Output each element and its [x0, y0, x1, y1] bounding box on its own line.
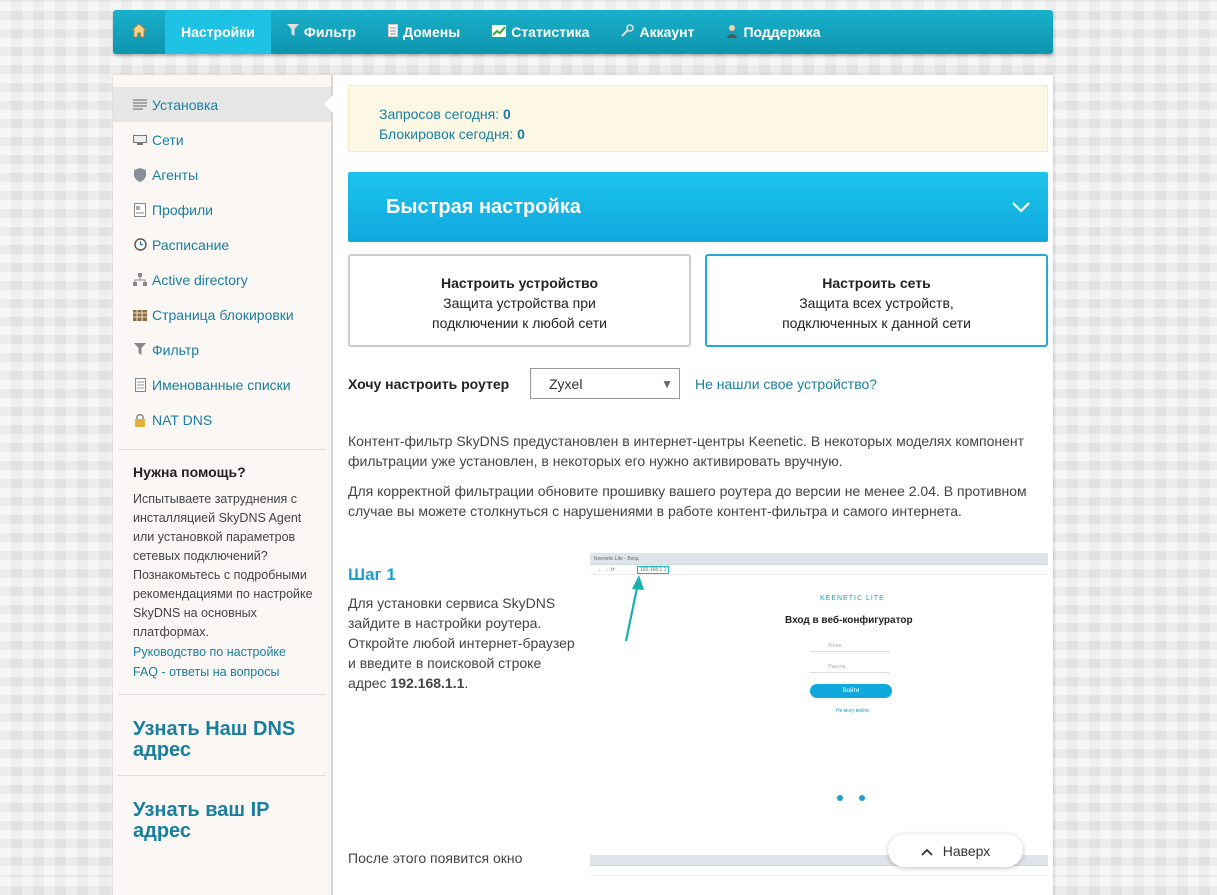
router-selector-row: Хочу настроить роутер Zyxel ▼ Не нашли с…	[348, 368, 1048, 399]
person-icon	[726, 24, 738, 41]
clock-icon	[133, 238, 147, 252]
nav-domains[interactable]: Домены	[372, 10, 476, 54]
step-1: Шаг 1 Для установки сервиса SkyDNS зайди…	[348, 553, 1048, 853]
sidebar: Установка Сети Агенты Профили Расписание	[113, 75, 333, 895]
faq-link[interactable]: FAQ - ответы на вопросы	[133, 662, 321, 682]
chart-icon	[492, 24, 507, 40]
block-page-icon	[133, 308, 147, 322]
wrench-icon	[621, 24, 635, 40]
filter-icon	[286, 24, 299, 40]
arrow-pointer-icon	[624, 575, 644, 642]
main-content: Запросов сегодня: 0 Блокировок сегодня: …	[348, 85, 1048, 853]
requests-today: Запросов сегодня: 0	[379, 106, 511, 122]
home-icon	[130, 23, 148, 41]
sidebar-item-profiles[interactable]: Профили	[113, 192, 331, 227]
list-icon	[133, 98, 147, 112]
step-title: Шаг 1	[348, 565, 396, 584]
keenetic-brand: KEENETIC LITE	[820, 595, 885, 602]
paragraph: Контент-фильтр SkyDNS предустановлен в и…	[348, 433, 1025, 469]
sidebar-item-nat-dns[interactable]: NAT DNS	[113, 402, 331, 437]
router-select[interactable]: Zyxel ▼	[530, 368, 680, 399]
lock-icon	[133, 413, 147, 427]
device-not-found-link[interactable]: Не нашли свое устройство?	[695, 376, 877, 392]
forgot-link: Не могу войти	[836, 708, 869, 714]
sidebar-item-active-directory[interactable]: Active directory	[113, 262, 331, 297]
document-icon	[388, 24, 399, 40]
login-field: Логин	[810, 640, 890, 652]
sidebar-item-named-lists[interactable]: Именованные списки	[113, 367, 331, 402]
top-navigation: Настройки Фильтр Домены Статистика Аккау…	[113, 10, 1053, 54]
profile-icon	[133, 202, 147, 217]
content-container: Установка Сети Агенты Профили Расписание	[113, 75, 1053, 895]
paragraph: Для корректной фильтрации обновите проши…	[348, 483, 1027, 519]
filter-icon	[133, 343, 147, 357]
quick-setup-header[interactable]: Быстрая настройка	[348, 172, 1048, 242]
help-box: Нужна помощь? Испытываете затруднения с …	[113, 450, 331, 682]
nav-filter[interactable]: Фильтр	[271, 10, 372, 54]
directory-icon	[133, 272, 147, 287]
nav-account[interactable]: Аккаунт	[605, 10, 710, 54]
sidebar-item-install[interactable]: Установка	[113, 87, 333, 122]
dropdown-arrow-icon: ▼	[661, 376, 673, 391]
help-text: Испытываете затруднения с инсталляцией S…	[133, 492, 313, 639]
nav-support[interactable]: Поддержка	[710, 10, 836, 54]
sidebar-item-filter[interactable]: Фильтр	[113, 332, 331, 367]
list-doc-icon	[133, 377, 147, 392]
chevron-down-icon	[1012, 196, 1030, 219]
step-description: Для установки сервиса SkyDNS зайдите в н…	[348, 595, 575, 691]
chevron-up-icon	[921, 843, 933, 859]
setup-guide-link[interactable]: Руководство по настройке	[133, 642, 321, 662]
setup-options: Настроить устройство Защита устройства п…	[348, 254, 1048, 347]
dns-address-link[interactable]: Узнать Наш DNS адрес	[113, 695, 331, 775]
network-icon	[133, 133, 147, 147]
sidebar-item-agents[interactable]: Агенты	[113, 157, 331, 192]
android-icon	[859, 795, 865, 801]
router-label: Хочу настроить роутер	[348, 375, 510, 392]
nav-settings[interactable]: Настройки	[165, 10, 271, 54]
apple-icon	[837, 795, 843, 801]
login-heading: Вход в веб-конфигуратор	[785, 615, 913, 626]
ip-address-link[interactable]: Узнать ваш IP адрес	[113, 776, 331, 856]
router-login-screenshot: Keenetic Lite - Вход ← → ⟳ 192.168.1.1 K…	[590, 553, 1048, 813]
nav-home[interactable]	[113, 10, 165, 54]
step-2: После этого появится окно	[348, 850, 522, 866]
help-title: Нужна помощь?	[133, 464, 246, 480]
step2-text: После этого появится окно	[348, 850, 523, 866]
blocks-today: Блокировок сегодня: 0	[379, 126, 525, 142]
quick-setup-title: Быстрая настройка	[386, 195, 581, 218]
nav-statistics[interactable]: Статистика	[476, 10, 605, 54]
browser-url-bar: ← → ⟳ 192.168.1.1	[590, 565, 1048, 575]
sidebar-item-block-page[interactable]: Страница блокировки	[113, 297, 331, 332]
stats-box: Запросов сегодня: 0 Блокировок сегодня: …	[348, 85, 1048, 152]
back-to-top-button[interactable]: Наверх	[888, 834, 1023, 867]
password-field: Пароль	[810, 661, 890, 673]
sidebar-item-networks[interactable]: Сети	[113, 122, 331, 157]
login-button: Войти	[810, 684, 892, 698]
sidebar-item-schedule[interactable]: Расписание	[113, 227, 331, 262]
setup-device-card[interactable]: Настроить устройство Защита устройства п…	[348, 254, 691, 347]
shield-icon	[133, 167, 147, 182]
setup-network-card[interactable]: Настроить сеть Защита всех устройств, по…	[705, 254, 1048, 347]
browser-tab: Keenetic Lite - Вход	[590, 553, 1048, 565]
